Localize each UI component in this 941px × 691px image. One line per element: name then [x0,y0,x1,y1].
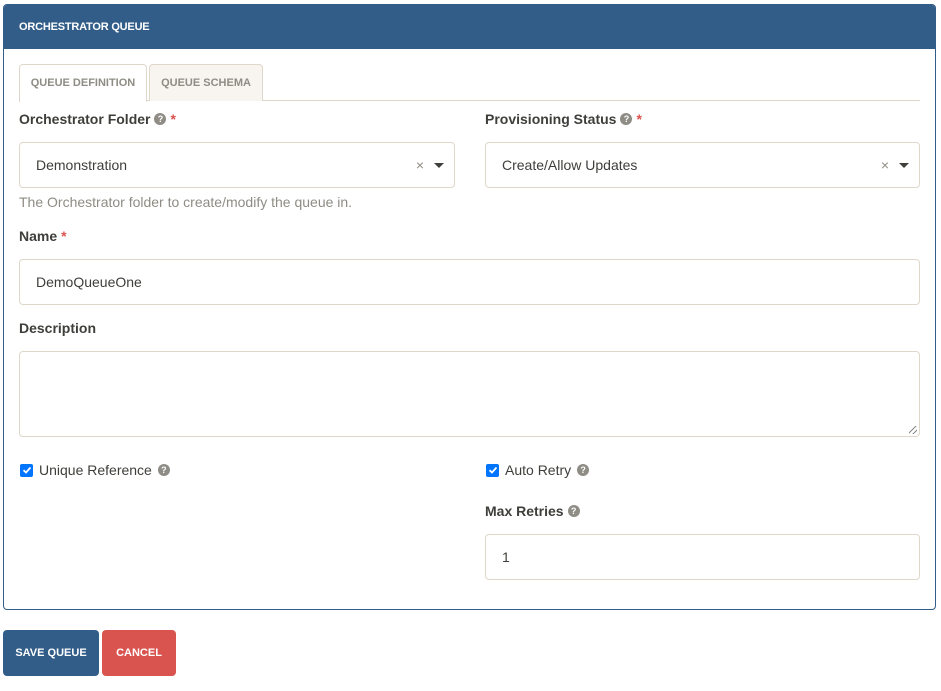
checkmark-icon [488,466,497,474]
clear-icon[interactable]: × [881,143,889,187]
save-queue-button[interactable]: SAVE QUEUE [3,630,99,676]
help-icon[interactable]: ? [567,505,580,517]
max-retries-input[interactable]: 1 [485,534,920,580]
tab-bar: QUEUE DEFINITION QUEUE SCHEMA [19,64,920,102]
unique-reference-label[interactable]: Unique Reference [39,462,152,478]
panel-title: ORCHESTRATOR QUEUE [4,5,935,49]
max-retries-value: 1 [502,549,510,565]
checkmark-icon [22,466,31,474]
description-label-text: Description [19,320,97,336]
provisioning-status-label: Provisioning Status ? * [485,111,642,127]
description-textarea[interactable] [19,351,920,437]
folder-label-text: Orchestrator Folder [19,111,151,127]
tab-queue-schema[interactable]: QUEUE SCHEMA [149,64,263,101]
orchestrator-queue-panel: ORCHESTRATOR QUEUE QUEUE DEFINITION QUEU… [3,4,936,610]
help-icon[interactable]: ? [577,464,590,476]
unique-reference-row: Unique Reference ? [20,462,170,478]
required-mark: * [61,228,67,244]
folder-select-value: Demonstration [36,157,128,173]
provisioning-status-controls: × [881,143,909,187]
help-icon[interactable]: ? [154,113,167,125]
folder-select[interactable]: Demonstration × [19,142,455,188]
chevron-down-icon[interactable] [899,162,909,168]
description-label: Description [19,320,96,336]
folder-label: Orchestrator Folder ? * [19,111,176,127]
cancel-button[interactable]: CANCEL [102,630,176,676]
provisioning-status-value: Create/Allow Updates [502,157,638,173]
auto-retry-checkbox[interactable] [486,463,499,477]
folder-help-text: The Orchestrator folder to create/modify… [19,194,353,210]
folder-select-controls: × [416,143,444,187]
tab-queue-definition[interactable]: QUEUE DEFINITION [19,64,147,102]
required-mark: * [636,111,642,127]
auto-retry-row: Auto Retry ? [486,462,590,478]
max-retries-label: Max Retries ? [485,503,580,519]
name-input-value: DemoQueueOne [36,274,142,290]
help-icon[interactable]: ? [157,464,170,476]
max-retries-label-text: Max Retries [485,503,564,519]
provisioning-status-select[interactable]: Create/Allow Updates × [485,142,920,188]
name-label-text: Name [19,228,58,244]
chevron-down-icon[interactable] [434,162,444,168]
required-mark: * [170,111,176,127]
name-input[interactable]: DemoQueueOne [19,259,920,305]
auto-retry-label[interactable]: Auto Retry [505,462,571,478]
provisioning-status-label-text: Provisioning Status [485,111,617,127]
help-icon[interactable]: ? [620,113,633,125]
name-label: Name * [19,228,67,244]
clear-icon[interactable]: × [416,143,424,187]
unique-reference-checkbox[interactable] [20,463,33,477]
resize-handle-icon[interactable] [909,426,917,434]
